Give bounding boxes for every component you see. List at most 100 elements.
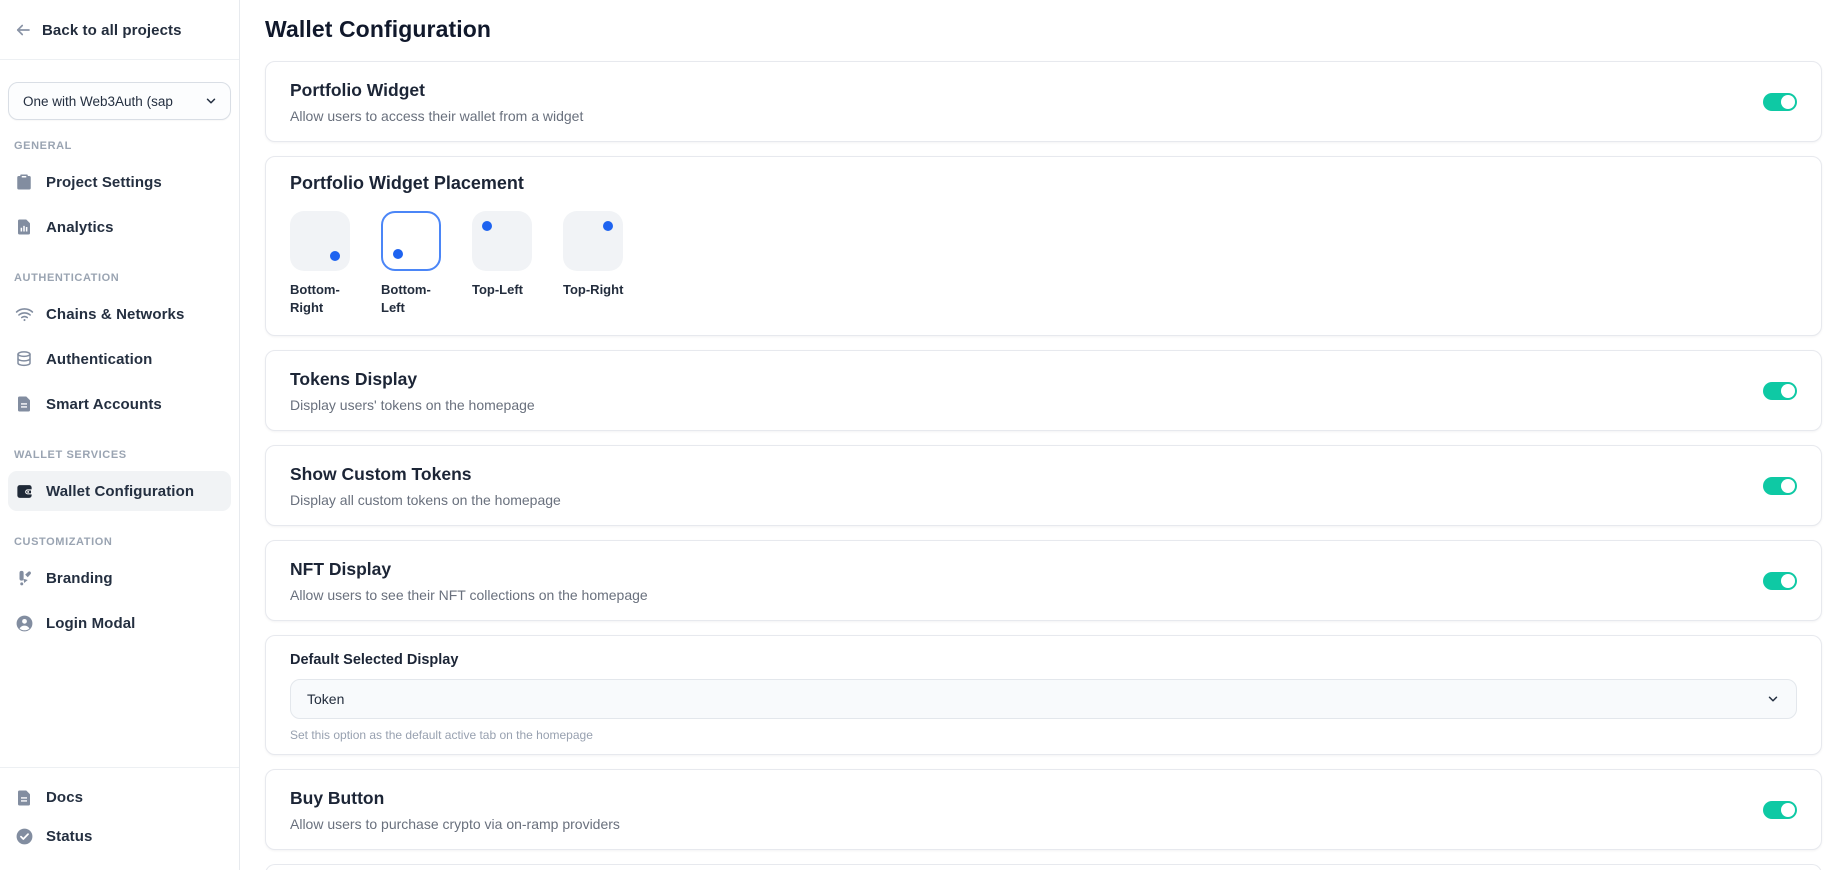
card-title: Portfolio Widget Placement (290, 173, 1797, 194)
placement-dot (603, 221, 613, 231)
sidebar-item-label: Analytics (46, 219, 114, 236)
card-description: Allow users to access their wallet from … (290, 108, 583, 124)
card-title: Tokens Display (290, 369, 535, 390)
card-description: Display all custom tokens on the homepag… (290, 492, 561, 508)
file-icon (14, 788, 34, 808)
sidebar-item-label: Project Settings (46, 174, 162, 191)
default-display-select[interactable]: Token (290, 679, 1797, 719)
page-title: Wallet Configuration (265, 16, 1822, 43)
back-to-projects-label: Back to all projects (42, 22, 182, 39)
placement-label: Top-Left (472, 281, 534, 299)
portfolio-widget-card: Portfolio Widget Allow users to access t… (265, 61, 1822, 142)
buy-button-card: Buy Button Allow users to purchase crypt… (265, 769, 1822, 850)
toggle-knob (1781, 574, 1795, 588)
buy-button-toggle[interactable] (1763, 801, 1797, 819)
file-icon (14, 394, 34, 414)
settings-cards: Portfolio Widget Allow users to access t… (265, 61, 1822, 870)
placement-options: Bottom-Right Bottom-Left Top-Left Top-Ri… (290, 211, 1797, 316)
placement-option-bottom-left[interactable]: Bottom-Left (381, 211, 445, 316)
placement-option-bottom-right[interactable]: Bottom-Right (290, 211, 354, 316)
brush-icon (14, 568, 34, 588)
toggle-knob (1781, 95, 1795, 109)
card-title: Portfolio Widget (290, 80, 583, 101)
wifi-icon (14, 304, 34, 324)
tokens-display-card: Tokens Display Display users' tokens on … (265, 350, 1822, 431)
section-label-wallet-services: WALLET SERVICES (14, 449, 225, 461)
placement-dot (330, 251, 340, 261)
tokens-display-text: Tokens Display Display users' tokens on … (290, 369, 535, 413)
portfolio-widget-text: Portfolio Widget Allow users to access t… (290, 80, 583, 124)
card-description: Allow users to purchase crypto via on-ra… (290, 816, 620, 832)
sidebar-item-status[interactable]: Status (8, 817, 231, 856)
chevron-down-icon (204, 94, 218, 108)
sidebar-item-project-settings[interactable]: Project Settings (8, 162, 231, 202)
main-content: Wallet Configuration Portfolio Widget Al… (240, 0, 1840, 870)
chevron-down-icon (1766, 692, 1780, 706)
sidebar-footer: Docs Status (0, 767, 239, 870)
placement-tile (472, 211, 532, 271)
analytics-icon (14, 217, 34, 237)
database-icon (14, 349, 34, 369)
placement-label: Bottom-Right (290, 281, 352, 316)
placement-label: Bottom-Left (381, 281, 443, 316)
placement-option-top-right[interactable]: Top-Right (563, 211, 627, 316)
toggle-knob (1781, 384, 1795, 398)
placement-dot (482, 221, 492, 231)
placement-label: Top-Right (563, 281, 625, 299)
select-value: Token (307, 691, 344, 707)
project-selector-dropdown[interactable]: One with Web3Auth (sap (8, 82, 231, 120)
project-selector-value: One with Web3Auth (sap (23, 94, 181, 109)
user-circle-icon (14, 613, 34, 633)
nft-display-card: NFT Display Allow users to see their NFT… (265, 540, 1822, 621)
nft-display-text: NFT Display Allow users to see their NFT… (290, 559, 648, 603)
back-to-projects-button[interactable]: Back to all projects (0, 0, 239, 39)
placement-tile (290, 211, 350, 271)
placement-option-top-left[interactable]: Top-Left (472, 211, 536, 316)
sidebar-item-wallet-configuration[interactable]: Wallet Configuration (8, 471, 231, 511)
card-title: NFT Display (290, 559, 648, 580)
portfolio-widget-toggle[interactable] (1763, 93, 1797, 111)
placement-tile (563, 211, 623, 271)
tokens-display-toggle[interactable] (1763, 382, 1797, 400)
portfolio-widget-placement-card: Portfolio Widget Placement Bottom-Right … (265, 156, 1822, 336)
next-card-partial (265, 864, 1822, 870)
sidebar-spacer (0, 648, 239, 767)
show-custom-tokens-toggle[interactable] (1763, 477, 1797, 495)
check-circle-icon (14, 827, 34, 847)
toggle-knob (1781, 479, 1795, 493)
sidebar-item-docs[interactable]: Docs (8, 778, 231, 817)
sidebar-item-authentication[interactable]: Authentication (8, 339, 231, 379)
clipboard-icon (14, 172, 34, 192)
card-title: Buy Button (290, 788, 620, 809)
sidebar-item-branding[interactable]: Branding (8, 558, 231, 598)
sidebar-divider (0, 59, 239, 60)
select-label: Default Selected Display (290, 652, 1797, 668)
placement-tile-selected (381, 211, 441, 271)
arrow-left-icon (14, 21, 32, 39)
placement-dot (393, 249, 403, 259)
sidebar-item-label: Branding (46, 570, 113, 587)
sidebar-item-analytics[interactable]: Analytics (8, 207, 231, 247)
toggle-knob (1781, 803, 1795, 817)
section-label-authentication: AUTHENTICATION (14, 272, 225, 284)
sidebar-item-label: Smart Accounts (46, 396, 162, 413)
sidebar-item-label: Authentication (46, 351, 152, 368)
sidebar-item-chains-networks[interactable]: Chains & Networks (8, 294, 231, 334)
nft-display-toggle[interactable] (1763, 572, 1797, 590)
sidebar-item-label: Wallet Configuration (46, 483, 194, 500)
sidebar-item-label: Login Modal (46, 615, 135, 632)
card-description: Allow users to see their NFT collections… (290, 587, 648, 603)
section-label-general: GENERAL (14, 140, 225, 152)
sidebar: Back to all projects One with Web3Auth (… (0, 0, 240, 870)
wallet-icon (14, 481, 34, 501)
card-title: Show Custom Tokens (290, 464, 561, 485)
sidebar-item-label: Docs (46, 789, 83, 806)
sidebar-item-login-modal[interactable]: Login Modal (8, 603, 231, 643)
select-helper-text: Set this option as the default active ta… (290, 728, 1797, 742)
section-label-customization: CUSTOMIZATION (14, 536, 225, 548)
show-custom-tokens-text: Show Custom Tokens Display all custom to… (290, 464, 561, 508)
buy-button-text: Buy Button Allow users to purchase crypt… (290, 788, 620, 832)
card-description: Display users' tokens on the homepage (290, 397, 535, 413)
sidebar-item-label: Status (46, 828, 92, 845)
sidebar-item-smart-accounts[interactable]: Smart Accounts (8, 384, 231, 424)
